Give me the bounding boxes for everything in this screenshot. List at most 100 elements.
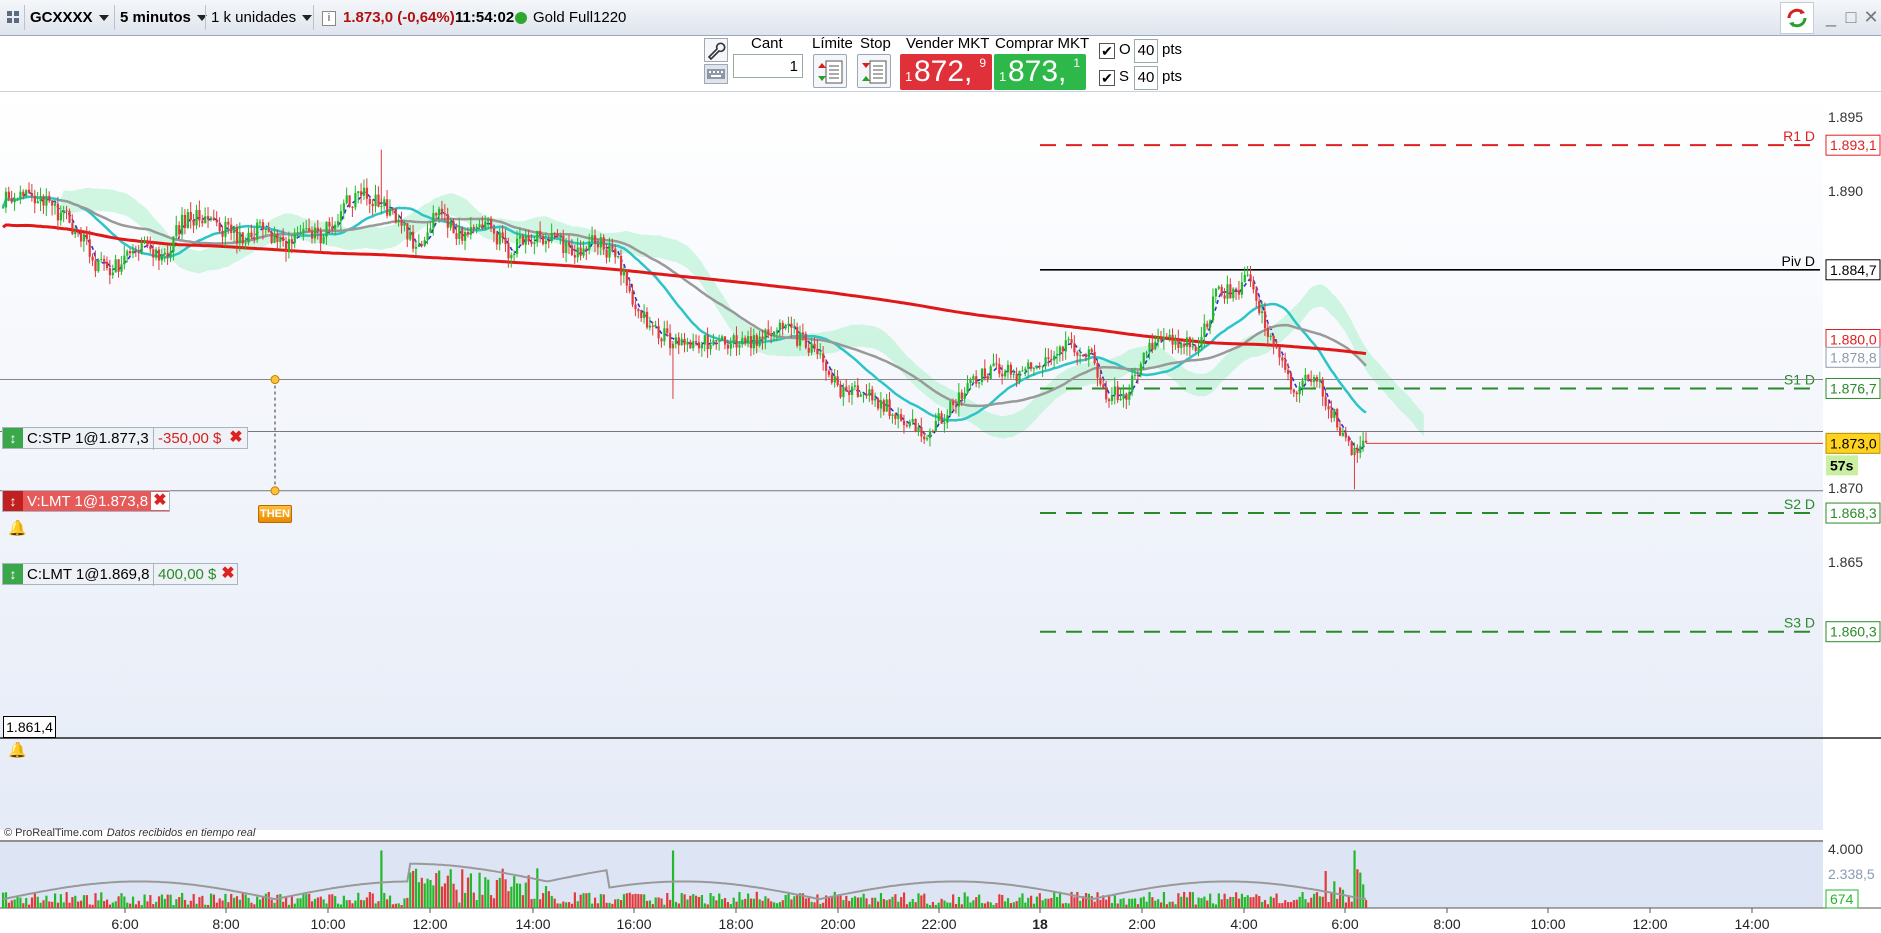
volume-bar — [319, 896, 322, 908]
candle-body — [449, 221, 452, 228]
qty-input[interactable] — [733, 54, 803, 78]
volume-bar — [79, 900, 83, 908]
grid-icon[interactable] — [6, 4, 20, 31]
volume-bar — [729, 904, 732, 908]
order-bar-stop-buy[interactable]: ↕ C:STP 1@1.877,3 -350,00 $ ✖ — [2, 427, 248, 450]
volume-bar — [1185, 897, 1189, 908]
volume-bar — [172, 904, 175, 908]
candle-body — [1139, 363, 1142, 375]
o-pts-input[interactable]: 40 — [1134, 39, 1158, 63]
info-icon[interactable]: i — [322, 11, 336, 26]
volume-bar — [593, 897, 597, 908]
candle-body — [1249, 274, 1252, 282]
then-link-badge[interactable]: THEN — [258, 505, 292, 523]
volume-bar — [1209, 893, 1212, 908]
candle-body — [16, 198, 19, 200]
candle-body — [781, 322, 784, 329]
maximize-icon[interactable]: □ — [1840, 6, 1862, 28]
candle-body — [108, 268, 112, 276]
volume-bar — [1116, 903, 1119, 908]
candle-body — [2, 207, 5, 209]
instrument-selector[interactable]: GCXXXX — [30, 4, 109, 31]
sync-icon[interactable] — [1780, 2, 1814, 34]
volume-bar — [567, 902, 571, 908]
volume-bar — [960, 904, 963, 908]
order-bar-limit-buy[interactable]: ↕ C:LMT 1@1.869,8 400,00 $ ✖ — [2, 563, 238, 586]
volume-bar — [111, 902, 114, 908]
volume-bar — [137, 900, 140, 908]
minimize-icon[interactable]: _ — [1820, 6, 1842, 28]
drag-handle-icon[interactable]: ↕ — [3, 564, 23, 584]
volume-bar — [1310, 897, 1313, 908]
candle-body — [105, 261, 109, 269]
o-pts-label: pts — [1162, 41, 1183, 58]
volume-bar — [27, 904, 31, 908]
volume-bar — [331, 894, 334, 908]
candle-body — [284, 240, 288, 252]
volume-bar — [423, 883, 426, 908]
candle-body — [91, 256, 94, 261]
volume-bar — [259, 899, 262, 908]
candle-body — [718, 340, 721, 342]
alert-bell-icon[interactable]: 🔔 — [8, 520, 27, 538]
candle-body — [1044, 357, 1047, 367]
volume-bar — [954, 904, 958, 908]
order-bar-limit-sell[interactable]: ↕ V:LMT 1@1.873,8 ✖ — [2, 490, 170, 512]
keyboard-icon[interactable] — [704, 64, 728, 84]
volume-bar — [510, 886, 513, 908]
candle-body — [1200, 337, 1203, 348]
candle-body — [848, 391, 851, 395]
volume-bar — [270, 899, 273, 908]
stop-loss-checkbox[interactable]: ✔ — [1099, 70, 1115, 86]
volume-bar — [400, 905, 403, 908]
volume-bar — [129, 903, 132, 908]
volume-bar — [900, 897, 903, 908]
candle-body — [1076, 352, 1079, 356]
volume-bar — [923, 893, 926, 908]
stop-order-button[interactable] — [857, 54, 891, 88]
volume-bar — [1128, 898, 1131, 908]
drag-handle-icon[interactable]: ↕ — [3, 428, 23, 448]
take-profit-checkbox[interactable]: ✔ — [1099, 43, 1115, 59]
volume-bar — [617, 898, 620, 908]
volume-bar — [764, 896, 767, 908]
buy-market-button[interactable]: 1 873, 1 — [994, 54, 1086, 90]
sell-market-button[interactable]: 1 872, 9 — [900, 54, 992, 90]
cancel-order-icon[interactable]: ✖ — [151, 492, 169, 510]
volume-bar — [449, 869, 452, 908]
pivot-price: 1.893,1 — [1830, 137, 1877, 153]
candle-body — [380, 205, 383, 207]
drag-handle-icon[interactable]: ↕ — [3, 491, 23, 511]
volume-bar — [13, 899, 16, 908]
candle-body — [267, 228, 270, 232]
candle-body — [1145, 352, 1148, 354]
time-tick-label: 2:00 — [1128, 916, 1155, 932]
candle-body — [631, 291, 634, 305]
current-price: 1.873,0 — [1830, 435, 1877, 451]
s-pts-input[interactable]: 40 — [1134, 66, 1158, 90]
volume-bar — [588, 892, 591, 908]
volume-bar — [752, 898, 756, 908]
timeframe-selector[interactable]: 5 minutos — [120, 4, 207, 31]
volume-bar — [943, 900, 946, 908]
close-icon[interactable]: ✕ — [1860, 6, 1881, 28]
indicator-price: 1.880,0 — [1830, 332, 1877, 348]
alert-bell-icon[interactable]: 🔔 — [8, 742, 27, 760]
candle-body — [796, 326, 799, 346]
volume-bar — [1197, 897, 1200, 908]
volume-bar — [198, 897, 201, 908]
candle-body — [1084, 355, 1088, 358]
cancel-order-icon[interactable]: ✖ — [227, 429, 245, 447]
candle-body — [836, 376, 839, 386]
limit-order-button[interactable] — [813, 54, 847, 88]
candle-body — [879, 400, 883, 409]
units-selector[interactable]: 1 k unidades — [211, 4, 313, 31]
wrench-icon[interactable] — [704, 38, 728, 62]
volume-bar — [1304, 899, 1307, 908]
candle-body — [876, 398, 880, 409]
cancel-order-icon[interactable]: ✖ — [219, 565, 237, 583]
candle-body — [966, 383, 969, 394]
candle-body — [888, 399, 891, 416]
candle-body — [1099, 377, 1102, 385]
candle-body — [897, 414, 900, 419]
